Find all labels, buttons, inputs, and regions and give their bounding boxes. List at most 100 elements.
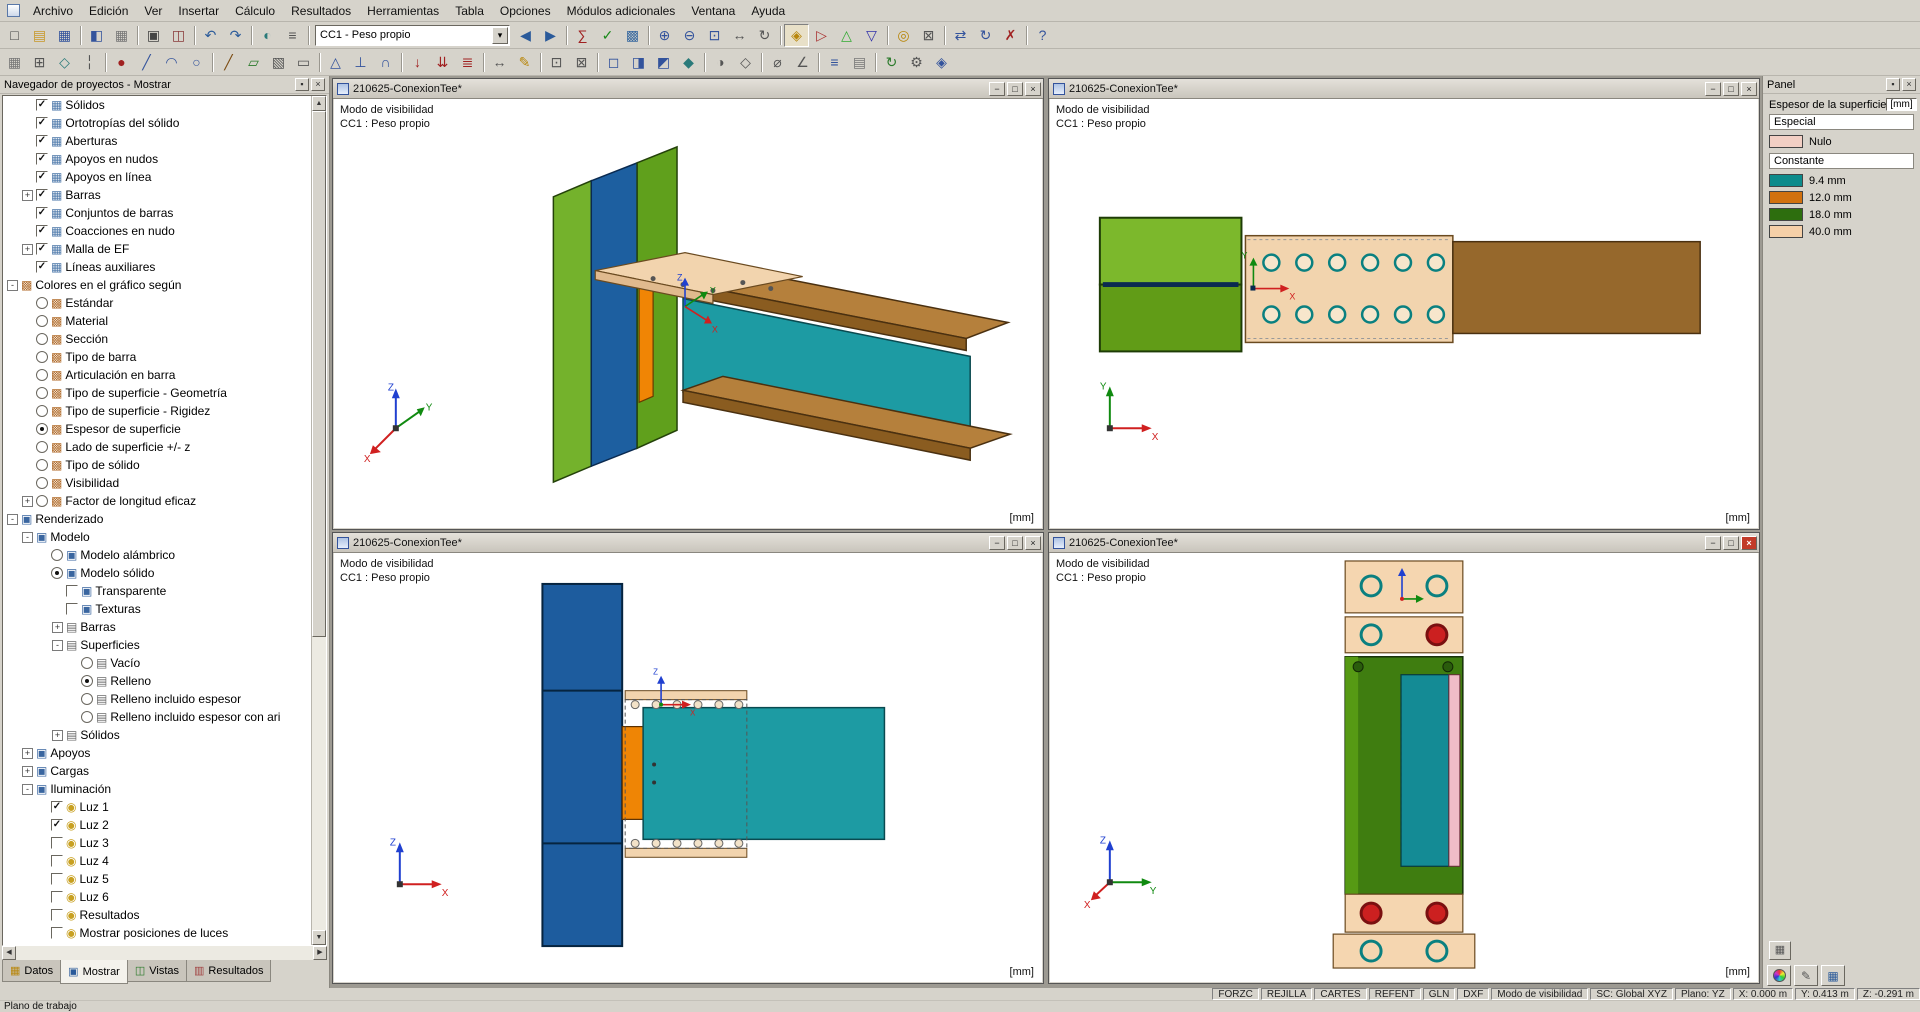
tree-item-colores-en-el-gr-fico-seg-n[interactable]: -▩Colores en el gráfico según [3,276,311,294]
isometric-view-icon[interactable]: ◈ [784,24,809,47]
view-side-icon[interactable]: ◨ [626,51,651,74]
member-load-icon[interactable]: ⇊ [430,51,455,74]
tab-mostrar[interactable]: ▣Mostrar [60,960,128,984]
surface-load-icon[interactable]: ≣ [455,51,480,74]
radio[interactable] [81,693,93,705]
tree-item-est-ndar[interactable]: ▩Estándar [3,294,311,312]
panel-titlebar[interactable]: Panel ▪ × [1763,76,1920,94]
legend-special[interactable]: Especial [1769,114,1914,130]
select-window-icon[interactable]: ⊡ [544,51,569,74]
radio[interactable] [36,297,48,309]
print-icon[interactable]: ▣ [141,24,166,47]
nodal-load-icon[interactable]: ↓ [405,51,430,74]
tree-item-modelo-al-mbrico[interactable]: ▣Modelo alámbrico [3,546,311,564]
settings-icon[interactable]: ⚙ [904,51,929,74]
tree-item-modelo-s-lido[interactable]: ▣Modelo sólido [3,564,311,582]
restore-icon[interactable]: □ [1007,536,1023,550]
tree-item-material[interactable]: ▩Material [3,312,311,330]
scroll-left-icon[interactable]: ◀ [2,946,16,960]
checkbox[interactable] [66,603,78,615]
tree-item-s-lidos[interactable]: ✓▦Sólidos [3,96,311,114]
layers-icon[interactable]: ≡ [822,51,847,74]
status-coord-system[interactable]: SC: Global XYZ [1590,988,1673,1000]
numbering-icon[interactable]: ≡ [280,24,305,47]
menu-ventana[interactable]: Ventana [683,2,743,20]
collapse-icon[interactable]: - [7,514,18,525]
viewport-3-drawing[interactable]: Z X Z X [334,553,1042,982]
view-in-y-icon[interactable]: △ [834,24,859,47]
tree-item-l-neas-auxiliares[interactable]: ✓▦Líneas auxiliares [3,258,311,276]
viewport-window-4[interactable]: 210625-ConexionTee* − □ × Modo de visibi… [1048,532,1760,984]
scroll-up-icon[interactable]: ▲ [312,96,326,111]
tree-item-renderizado[interactable]: -▣Renderizado [3,510,311,528]
checkbox[interactable]: ✓ [36,243,48,255]
restore-icon[interactable]: □ [1723,536,1739,550]
tree-item-preselecci-n[interactable]: ◫Preselección [3,942,311,945]
perspective-icon[interactable]: ◆ [676,51,701,74]
project-navigator-icon[interactable]: ◧ [84,24,109,47]
view-in-x-icon[interactable]: ▷ [809,24,834,47]
scroll-thumb[interactable] [312,111,326,637]
checkbox[interactable] [51,855,63,867]
status-toggle-forzc[interactable]: FORZC [1212,988,1258,1000]
viewport-1-titlebar[interactable]: 210625-ConexionTee* − □ × [333,79,1043,99]
tree-item-relleno[interactable]: ▤Relleno [3,672,311,690]
expand-icon[interactable]: + [22,190,33,201]
tree-item-luz-1[interactable]: ✓◉Luz 1 [3,798,311,816]
shading-icon[interactable]: ◑ [708,51,733,74]
status-toggle-refent[interactable]: REFENT [1369,988,1421,1000]
tree-item-luz-3[interactable]: ◉Luz 3 [3,834,311,852]
tree-item-factor-de-longitud-eficaz[interactable]: +▩Factor de longitud eficaz [3,492,311,510]
radio[interactable] [81,675,93,687]
status-toggle-rejilla[interactable]: REJILLA [1261,988,1312,1000]
tree-item-coacciones-en-nudo[interactable]: ✓▦Coacciones en nudo [3,222,311,240]
checkbox[interactable] [51,873,63,885]
radio[interactable] [36,387,48,399]
scroll-track[interactable] [16,946,313,960]
radio[interactable] [36,495,48,507]
menu-ver[interactable]: Ver [136,2,170,20]
checkbox[interactable]: ✓ [36,117,48,129]
tree-item-superficies[interactable]: -▤Superficies [3,636,311,654]
workplane-icon[interactable]: ◇ [52,51,77,74]
solid-icon[interactable]: ▧ [266,51,291,74]
tree-item-articulaci-n-en-barra[interactable]: ▩Articulación en barra [3,366,311,384]
surface-icon[interactable]: ▱ [241,51,266,74]
tree-item-barras[interactable]: +▤Barras [3,618,311,636]
tree-item-texturas[interactable]: ▣Texturas [3,600,311,618]
expand-icon[interactable]: + [22,244,33,255]
collapse-icon[interactable]: - [22,784,33,795]
delete-icon[interactable]: ✗ [998,24,1023,47]
zoom-in-icon[interactable]: ⊕ [652,24,677,47]
viewport-window-2[interactable]: 210625-ConexionTee* − □ × Modo de visibi… [1048,78,1760,530]
menu-archivo[interactable]: Archivo [25,2,81,20]
status-toggle-gln[interactable]: GLN [1423,988,1456,1000]
open-icon[interactable]: ▤ [27,24,52,47]
viewport-4-canvas[interactable]: Modo de visibilidad CC1 : Peso propio [1050,553,1758,982]
refresh-icon[interactable]: ↻ [879,51,904,74]
viewport-1-canvas[interactable]: Modo de visibilidad CC1 : Peso propio [334,99,1042,528]
tree-item-luz-4[interactable]: ◉Luz 4 [3,852,311,870]
expand-icon[interactable]: + [22,766,33,777]
status-plane[interactable]: Plano: YZ [1675,988,1731,1000]
chart-icon[interactable]: ▦ [1821,965,1845,986]
navigator-vscrollbar[interactable]: ▲ ▼ [311,96,326,945]
minimize-icon[interactable]: − [989,82,1005,96]
tree-item-malla-de-ef[interactable]: +✓▦Malla de EF [3,240,311,258]
restore-icon[interactable]: □ [1723,82,1739,96]
line-support-icon[interactable]: ⊥ [348,51,373,74]
checkbox[interactable] [66,585,78,597]
checkbox[interactable]: ✓ [36,153,48,165]
redo-icon[interactable]: ↷ [223,24,248,47]
member-hinge-icon[interactable]: ∩ [373,51,398,74]
menu-herramientas[interactable]: Herramientas [359,2,447,20]
viewport-window-1[interactable]: 210625-ConexionTee* − □ × Modo de visibi… [332,78,1044,530]
check-model-icon[interactable]: ✓ [595,24,620,47]
checkbox[interactable] [51,837,63,849]
view-front-icon[interactable]: ◻ [601,51,626,74]
status-toggle-dxf[interactable]: DXF [1457,988,1489,1000]
minimize-icon[interactable]: − [989,536,1005,550]
tree-item-relleno-incluido-espesor-con-ari[interactable]: ▤Relleno incluido espesor con ari [3,708,311,726]
viewport-4-titlebar[interactable]: 210625-ConexionTee* − □ × [1049,533,1759,553]
member-icon[interactable]: ╱ [216,51,241,74]
